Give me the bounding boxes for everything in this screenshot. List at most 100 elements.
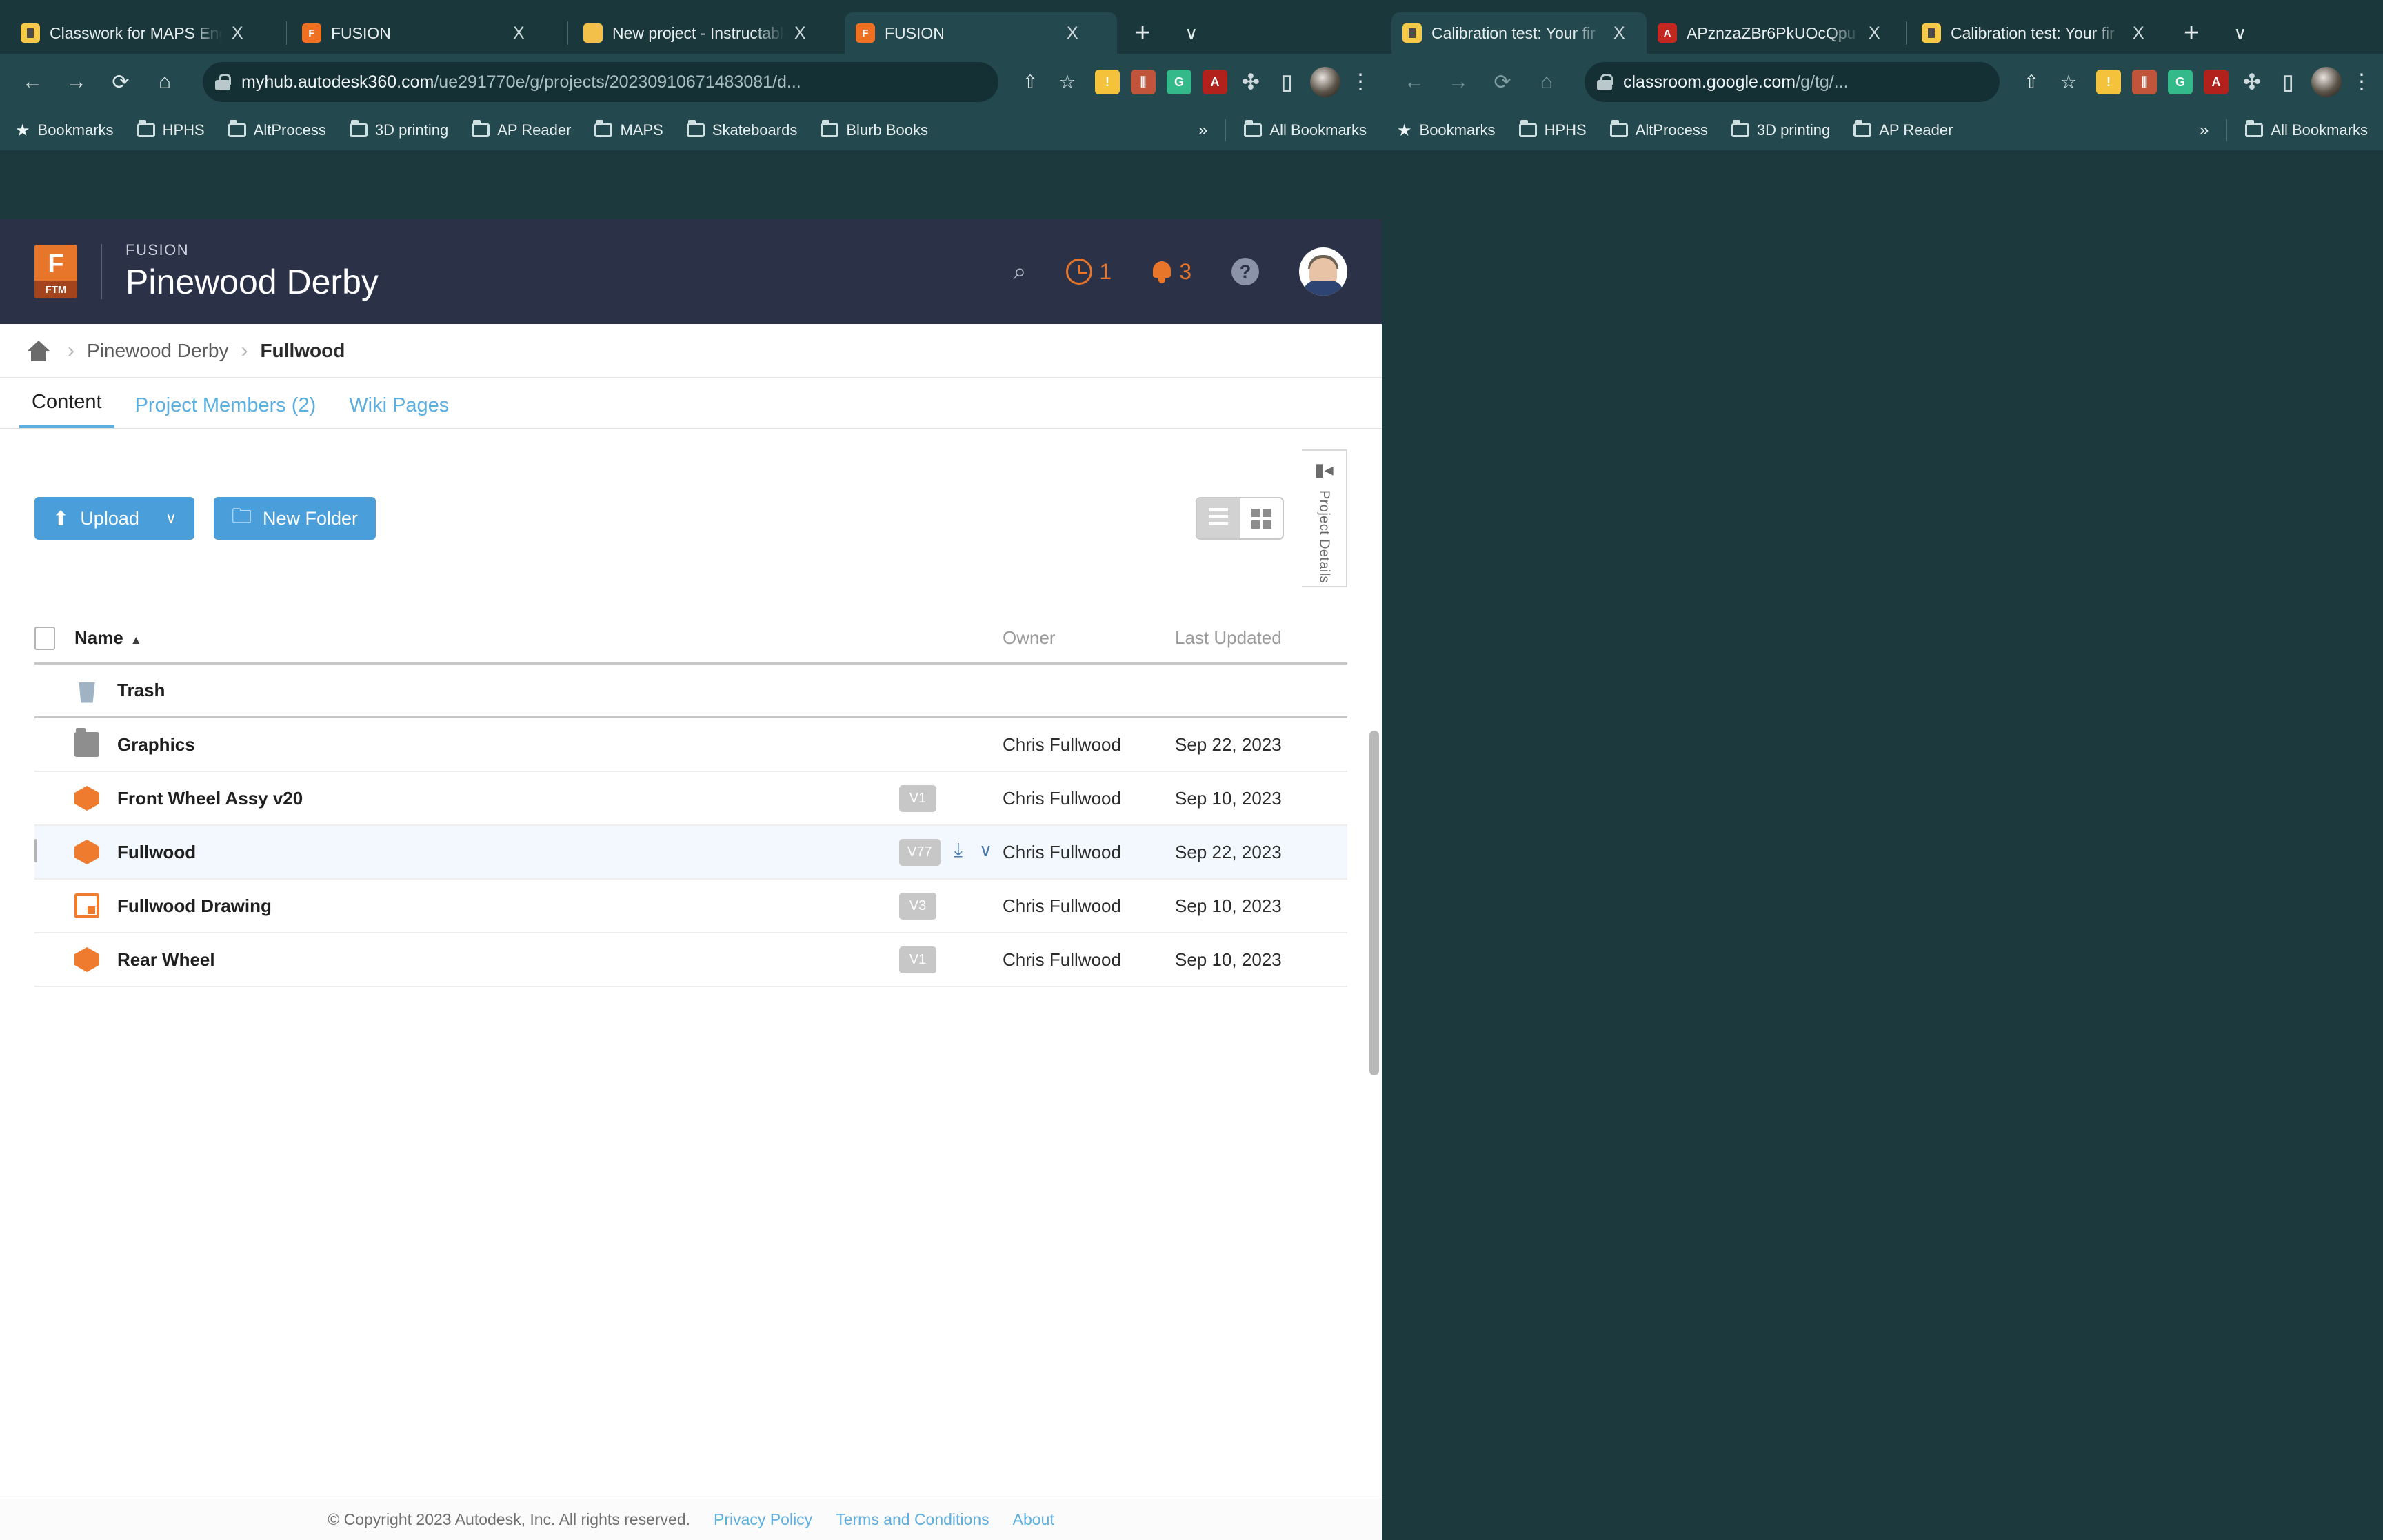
table-row[interactable]: Rear Wheel V1 Chris Fullwood Sep 10, 2023 [34,933,1347,987]
bookmark-item[interactable]: HPHS [1518,120,1587,139]
search-icon[interactable]: ⌕ [1013,259,1026,285]
file-name[interactable]: Trash [117,680,899,701]
warning-ext-icon[interactable]: ! [2096,70,2121,94]
all-bookmarks-label[interactable]: All Bookmarks [2271,121,2368,139]
bookmark-item[interactable]: MAPS [594,120,663,139]
file-name[interactable]: Rear Wheel [117,949,899,971]
grammarly-ext-icon[interactable]: G [2168,70,2193,94]
table-row[interactable]: Graphics Chris Fullwood Sep 22, 2023 [34,718,1347,772]
browser-tab[interactable]: A APznzaZBr6PkUOcQpu X [1647,12,1902,54]
close-icon[interactable]: X [1613,23,1625,43]
address-bar[interactable]: classroom.google.com/g/tg/... [1585,62,2000,102]
chrome-menu-icon[interactable]: ⋮ [2351,72,2372,92]
close-icon[interactable]: X [2133,23,2144,43]
table-row[interactable]: Fullwood Drawing V3 Chris Fullwood Sep 10, … [34,880,1347,933]
home-icon[interactable] [28,340,50,361]
tab-search-icon[interactable]: ∨ [1168,15,1214,51]
select-all-checkbox[interactable] [34,626,55,650]
bookmark-star-icon[interactable]: ☆ [1051,65,1084,99]
column-last-updated[interactable]: Last Updated [1175,627,1347,649]
bookmark-item[interactable]: AP Reader [472,120,571,139]
file-name[interactable]: Front Wheel Assy v20 [117,788,899,809]
pending-button[interactable]: 1 [1066,259,1112,285]
home-button[interactable]: ⌂ [1529,65,1564,99]
list-view-icon[interactable] [1197,498,1240,538]
bookmark-star-icon[interactable]: ☆ [2052,65,2085,99]
bookmark-item[interactable]: ★ Bookmarks [1397,121,1496,141]
bookmark-item[interactable]: AP Reader [1853,120,1953,139]
ruler-ext-icon[interactable]: ⫼ [2132,70,2157,94]
share-icon[interactable]: ⇧ [2015,65,2048,99]
chrome-menu-icon[interactable]: ⋮ [1350,72,1371,92]
puzzle-icon[interactable]: ✣ [2240,70,2264,94]
close-icon[interactable]: X [794,23,806,43]
column-name[interactable]: Name ▲ [74,627,899,649]
project-details-panel-toggle[interactable]: ▮◂ Project Details [1302,449,1347,587]
help-button[interactable]: ? [1231,258,1259,285]
profile-avatar[interactable] [1310,67,1340,97]
close-icon[interactable]: X [232,23,243,43]
page-scrollbar-thumb[interactable] [1369,731,1379,1075]
row-checkbox[interactable] [34,839,37,862]
new-tab-button[interactable]: + [2166,15,2217,51]
bookmark-item[interactable]: 3D printing [1731,120,1830,139]
browser-tab[interactable]: New project - Instructables X [572,12,845,54]
upload-button[interactable]: ⬆ Upload ∨ [34,497,194,540]
close-icon[interactable]: X [1067,23,1078,43]
table-row[interactable]: Trash [34,665,1347,718]
all-bookmarks-label[interactable]: All Bookmarks [1269,121,1367,139]
new-folder-button[interactable]: 🗀 New Folder [213,497,376,540]
browser-tab[interactable]: Classwork for MAPS Engine X [10,12,282,54]
bookmark-item[interactable]: ★ Bookmarks [15,121,114,141]
forward-button[interactable]: → [1441,65,1476,99]
home-button[interactable]: ⌂ [148,65,182,99]
reload-button[interactable]: ⟳ [1485,65,1520,99]
close-icon[interactable]: X [1869,23,1880,43]
tab-wiki-pages[interactable]: Wiki Pages [336,394,461,428]
bookmarks-overflow[interactable]: » [2200,121,2209,140]
privacy-policy-link[interactable]: Privacy Policy [714,1510,812,1529]
side-panel-icon[interactable]: ▯ [1274,70,1299,94]
back-button[interactable]: ← [1397,65,1431,99]
terms-link[interactable]: Terms and Conditions [836,1510,989,1529]
ruler-ext-icon[interactable]: ⫼ [1131,70,1156,94]
grid-view-icon[interactable] [1240,498,1283,538]
grammarly-ext-icon[interactable]: G [1167,70,1192,94]
notifications-button[interactable]: 3 [1152,259,1192,285]
tab-project-members[interactable]: Project Members (2) [123,394,329,428]
bookmarks-overflow[interactable]: » [1198,121,1207,140]
breadcrumb-item-project[interactable]: Pinewood Derby [87,340,228,362]
column-owner[interactable]: Owner [1003,627,1175,649]
download-icon[interactable]: ⤓ [954,839,963,862]
table-row[interactable]: Front Wheel Assy v20 V1 Chris Fullwood Sep … [34,772,1347,826]
bookmark-item[interactable]: 3D printing [349,120,448,139]
file-name[interactable]: Fullwood Drawing [117,895,899,917]
share-icon[interactable]: ⇧ [1014,65,1047,99]
close-icon[interactable]: X [513,23,525,43]
about-link[interactable]: About [1013,1510,1054,1529]
browser-tab[interactable]: F FUSION X [845,12,1117,54]
back-button[interactable]: ← [15,65,50,99]
browser-tab[interactable]: Calibration test: Your fir X [1911,12,2166,54]
bookmark-item[interactable]: Blurb Books [821,120,928,139]
bookmark-item[interactable]: Skateboards [686,120,797,139]
browser-tab[interactable]: Calibration test: Your fir X [1391,12,1647,54]
forward-button[interactable]: → [59,65,94,99]
tab-search-icon[interactable]: ∨ [2217,15,2263,51]
tab-content[interactable]: Content [19,391,114,428]
chevron-down-icon[interactable]: ∨ [979,840,992,861]
profile-avatar[interactable] [2311,67,2342,97]
avatar[interactable] [1299,247,1347,296]
warning-ext-icon[interactable]: ! [1095,70,1120,94]
bookmark-item[interactable]: AltProcess [228,120,326,139]
table-row[interactable]: Fullwood V77 ⤓ ∨ Chris Fullwood Sep 22, 2023 [34,826,1347,880]
bookmark-item[interactable]: AltProcess [1609,120,1708,139]
puzzle-icon[interactable]: ✣ [1238,70,1263,94]
acrobat-ext-icon[interactable]: A [2204,70,2229,94]
browser-tab[interactable]: F FUSION X [291,12,563,54]
side-panel-icon[interactable]: ▯ [2275,70,2300,94]
acrobat-ext-icon[interactable]: A [1203,70,1227,94]
file-name[interactable]: Fullwood [117,842,899,863]
address-bar[interactable]: myhub.autodesk360.com/ue291770e/g/projec… [203,62,998,102]
bookmark-item[interactable]: HPHS [137,120,205,139]
